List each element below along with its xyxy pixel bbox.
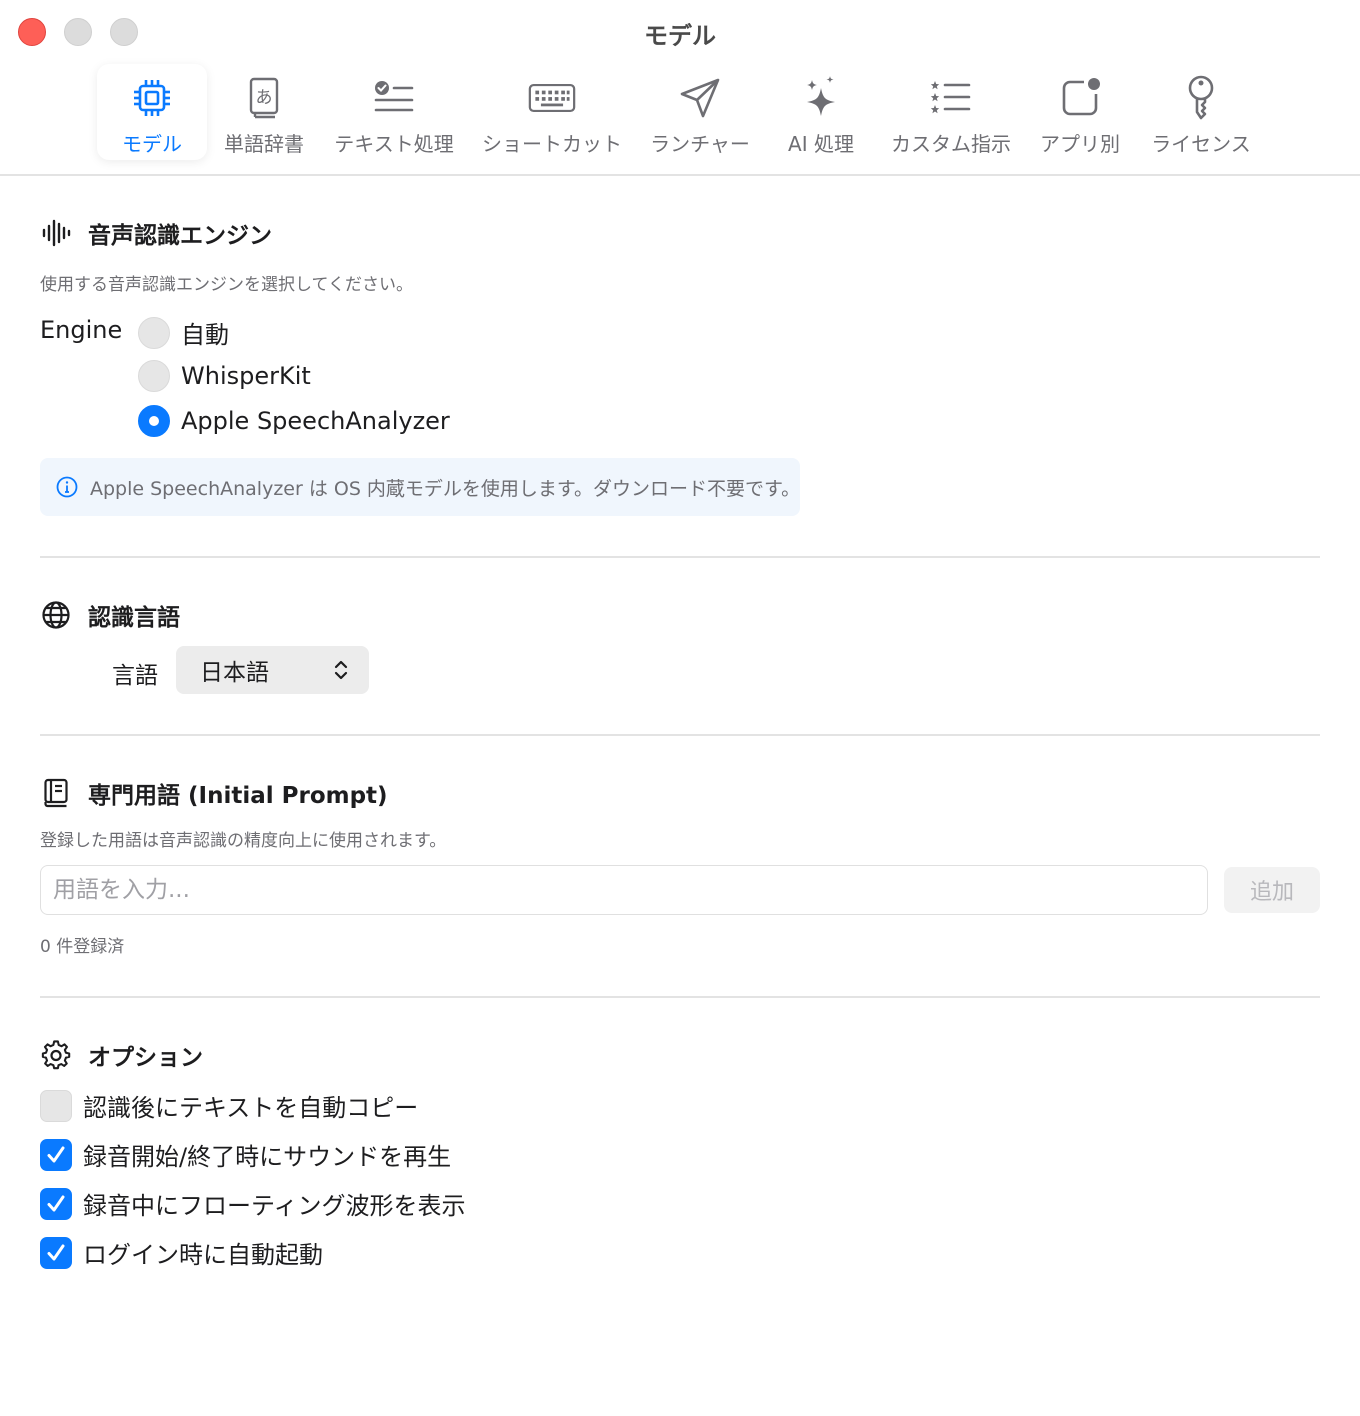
engine-description: 使用する音声認識エンジンを選択してください。 (40, 275, 413, 295)
engine-section-header: 音声認識エンジン (40, 216, 272, 250)
radio-button-selected[interactable] (138, 405, 170, 437)
globe-icon (40, 599, 72, 631)
radio-button[interactable] (138, 360, 170, 392)
tab-label: モデル (122, 132, 182, 156)
tab-license[interactable]: ライセンス (1146, 64, 1256, 160)
sparkles-icon (797, 74, 845, 122)
tab-label: 単語辞書 (224, 132, 304, 156)
language-selected-value: 日本語 (200, 660, 269, 686)
keyboard-icon (528, 74, 576, 122)
checkbox-label: ログイン時に自動起動 (83, 1241, 323, 1269)
key-icon (1177, 74, 1225, 122)
toolbar-divider (0, 174, 1360, 176)
tab-launcher[interactable]: ランチャー (646, 64, 754, 160)
gear-icon (40, 1039, 72, 1071)
radio-label: WhisperKit (181, 362, 311, 390)
tab-custom-instructions[interactable]: カスタム指示 (886, 64, 1016, 160)
section-title: オプション (88, 1045, 203, 1071)
engine-option-whisperkit[interactable]: WhisperKit (138, 360, 311, 392)
tab-per-app[interactable]: アプリ別 (1036, 64, 1124, 160)
term-input[interactable] (40, 865, 1208, 915)
checkmark-icon (47, 1146, 65, 1162)
option-auto-copy[interactable]: 認識後にテキストを自動コピー (40, 1088, 418, 1123)
tab-shortcut[interactable]: ショートカット (478, 64, 626, 160)
option-launch-at-login[interactable]: ログイン時に自動起動 (40, 1235, 323, 1270)
section-divider (40, 996, 1320, 998)
engine-info-box: Apple SpeechAnalyzer は OS 内蔵モデルを使用します。ダウ… (40, 458, 800, 516)
terms-section-header: 専門用語 (Initial Prompt) (40, 776, 388, 810)
tab-label: アプリ別 (1040, 132, 1120, 156)
app-badge-icon (1056, 74, 1104, 122)
tab-dictionary[interactable]: あ 単語辞書 (219, 64, 309, 160)
waveform-icon (40, 217, 72, 249)
cpu-icon (128, 74, 176, 122)
tab-label: ショートカット (482, 132, 622, 156)
add-term-button[interactable]: 追加 (1224, 867, 1320, 913)
section-title: 認識言語 (88, 605, 180, 631)
language-field-label: 言語 (112, 663, 158, 689)
checkmark-icon (47, 1244, 65, 1260)
window-title: モデル (644, 22, 716, 50)
engine-option-apple-speechanalyzer[interactable]: Apple SpeechAnalyzer (138, 405, 450, 437)
dictionary-book-icon: あ (240, 74, 288, 122)
checkbox-checked[interactable] (40, 1236, 72, 1269)
engine-option-auto[interactable]: 自動 (138, 315, 229, 350)
checkbox-label: 認識後にテキストを自動コピー (83, 1094, 419, 1122)
list-star-icon (927, 74, 975, 122)
tab-label: テキスト処理 (334, 132, 454, 156)
checklist-icon (370, 74, 418, 122)
radio-label: 自動 (181, 321, 229, 349)
registered-count: 0 件登録済 (40, 937, 125, 957)
terms-description: 登録した用語は音声認識の精度向上に使用されます。 (40, 831, 447, 851)
engine-field-label: Engine (40, 316, 123, 344)
settings-toolbar: モデル あ 単語辞書 テキスト処理 ショートカット ランチャー AI 処理 カス… (0, 62, 1360, 174)
option-floating-waveform[interactable]: 録音中にフローティング波形を表示 (40, 1186, 466, 1221)
title-bar: モデル (0, 0, 1360, 62)
checkbox-checked[interactable] (40, 1138, 72, 1171)
language-section-header: 認識言語 (40, 598, 180, 632)
tab-label: ライセンス (1151, 132, 1251, 156)
section-divider (40, 734, 1320, 736)
settings-window: モデル モデル あ 単語辞書 テキスト処理 ショートカット ランチャー AI 処… (0, 0, 1360, 1416)
checkmark-icon (47, 1195, 65, 1211)
radio-button[interactable] (138, 316, 170, 349)
tab-label: AI 処理 (788, 132, 854, 156)
book-icon (40, 777, 72, 809)
checkbox-label: 録音開始/終了時にサウンドを再生 (83, 1143, 452, 1171)
radio-label: Apple SpeechAnalyzer (181, 407, 450, 435)
info-icon (56, 475, 78, 499)
checkbox-label: 録音中にフローティング波形を表示 (83, 1192, 466, 1220)
chevron-up-down-icon (329, 654, 353, 686)
tab-model[interactable]: モデル (97, 64, 207, 160)
info-text: Apple SpeechAnalyzer は OS 内蔵モデルを使用します。ダウ… (90, 477, 801, 500)
svg-text:あ: あ (256, 88, 273, 108)
options-section-header: オプション (40, 1038, 203, 1072)
section-divider (40, 556, 1320, 558)
tab-label: カスタム指示 (891, 132, 1011, 156)
tab-text-processing[interactable]: テキスト処理 (330, 64, 458, 160)
checkbox-checked[interactable] (40, 1187, 72, 1220)
tab-label: ランチャー (650, 132, 750, 156)
language-select[interactable]: 日本語 (176, 646, 369, 694)
option-play-sound[interactable]: 録音開始/終了時にサウンドを再生 (40, 1137, 451, 1172)
section-title: 専門用語 (Initial Prompt) (88, 783, 388, 809)
paper-plane-icon (676, 74, 724, 122)
section-title: 音声認識エンジン (88, 223, 272, 249)
tab-ai-processing[interactable]: AI 処理 (774, 64, 868, 160)
checkbox[interactable] (40, 1089, 72, 1122)
